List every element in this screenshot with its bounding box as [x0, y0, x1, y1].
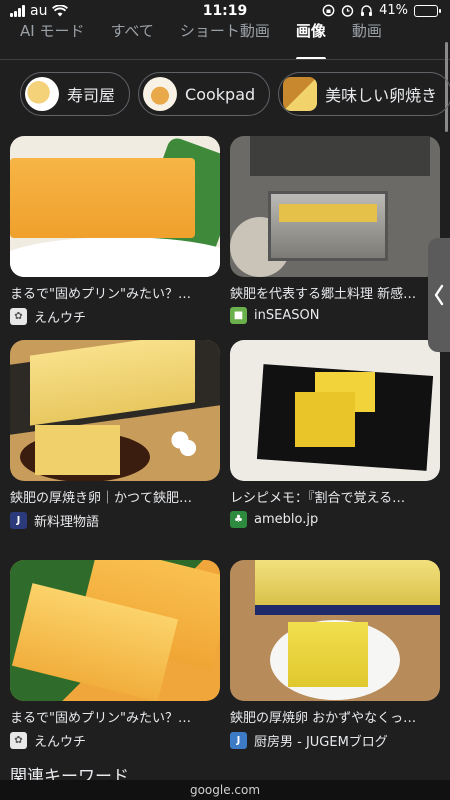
site-favicon-icon: ✿: [10, 308, 27, 325]
site-favicon-icon: ■: [230, 307, 247, 324]
result-image[interactable]: [10, 560, 220, 701]
result-image[interactable]: [230, 136, 440, 277]
result-title[interactable]: まるで"固めプリン"みたい？…: [10, 283, 220, 302]
result-image[interactable]: [10, 340, 220, 481]
image-result[interactable]: 鋏肥の厚焼き卵｜かつて鋏肥… J 新料理物語: [10, 340, 220, 530]
image-result[interactable]: レシピメモ：『割合で覚える… ♣ ameblo.jp: [230, 340, 440, 528]
url-text: google.com: [189, 783, 261, 797]
chip-label: 寿司屋: [67, 86, 116, 105]
chip-cookpad[interactable]: Cookpad: [138, 72, 271, 116]
source-name: 厨房男 - JUGEMブログ: [254, 735, 388, 750]
battery-percent: 41%: [379, 3, 408, 18]
result-source[interactable]: ■ inSEASON: [230, 307, 440, 324]
chip-sushi-shop[interactable]: 寿司屋: [20, 72, 131, 116]
site-favicon-icon: ✿: [10, 732, 27, 749]
chip-label: 美味しい卵焼き: [325, 86, 438, 105]
alarm-icon: [341, 5, 354, 17]
result-image[interactable]: [230, 340, 440, 481]
battery-icon: [414, 4, 441, 17]
result-source[interactable]: ✿ えんウチ: [10, 731, 220, 750]
related-chips: 寿司屋 Cookpad 美味しい卵焼き: [20, 72, 450, 116]
search-tabs: AI モード すべて ショート動画 画像 動画: [0, 18, 450, 60]
result-source[interactable]: J 厨房男 - JUGEMブログ: [230, 731, 440, 750]
tab-ai-mode[interactable]: AI モード: [20, 18, 84, 59]
source-name: inSEASON: [254, 308, 320, 323]
result-source[interactable]: J 新料理物語: [10, 511, 220, 530]
rotation-lock-icon: [322, 4, 335, 17]
chevron-left-icon: [434, 284, 444, 306]
source-name: ameblo.jp: [254, 512, 319, 527]
result-title[interactable]: 鋏肥の厚焼卵 おかずやなくっ…: [230, 707, 440, 726]
result-source[interactable]: ✿ えんウチ: [10, 307, 220, 326]
site-favicon-icon: J: [230, 732, 247, 749]
result-title[interactable]: レシピメモ：『割合で覚える…: [230, 487, 440, 506]
tab-short-videos[interactable]: ショート動画: [180, 18, 270, 59]
site-favicon-icon: J: [10, 512, 27, 529]
image-result[interactable]: 鋏肥を代表する郷土料理 新感… ■ inSEASON: [230, 136, 440, 324]
chip-tasty-tamagoyaki[interactable]: 美味しい卵焼き: [278, 72, 450, 116]
image-result[interactable]: 鋏肥の厚焼卵 おかずやなくっ… J 厨房男 - JUGEMブログ: [230, 560, 440, 750]
source-name: 新料理物語: [34, 515, 100, 530]
result-source[interactable]: ♣ ameblo.jp: [230, 511, 440, 528]
tab-videos[interactable]: 動画: [352, 18, 382, 59]
site-favicon-icon: ♣: [230, 511, 247, 528]
result-image[interactable]: [230, 560, 440, 701]
tab-all[interactable]: すべて: [110, 18, 153, 59]
result-title[interactable]: 鋏肥を代表する郷土料理 新感…: [230, 283, 440, 302]
tab-images[interactable]: 画像: [295, 18, 326, 59]
image-result[interactable]: まるで"固めプリン"みたい？… ✿ えんウチ: [10, 560, 220, 750]
result-image[interactable]: [10, 136, 220, 277]
chip-thumbnail: [283, 77, 318, 111]
result-title[interactable]: 鋏肥の厚焼き卵｜かつて鋏肥…: [10, 487, 220, 506]
chip-thumbnail: [25, 77, 59, 111]
result-title[interactable]: まるで"固めプリン"みたい？…: [10, 707, 220, 726]
url-bar[interactable]: google.com: [0, 780, 450, 800]
chip-label: Cookpad: [185, 84, 256, 104]
headphones-icon: [361, 5, 373, 16]
side-panel-handle[interactable]: [428, 238, 450, 352]
source-name: えんウチ: [34, 735, 87, 750]
chip-thumbnail: [143, 77, 178, 111]
source-name: えんウチ: [34, 311, 87, 326]
image-result[interactable]: まるで"固めプリン"みたい？… ✿ えんウチ: [10, 136, 220, 326]
